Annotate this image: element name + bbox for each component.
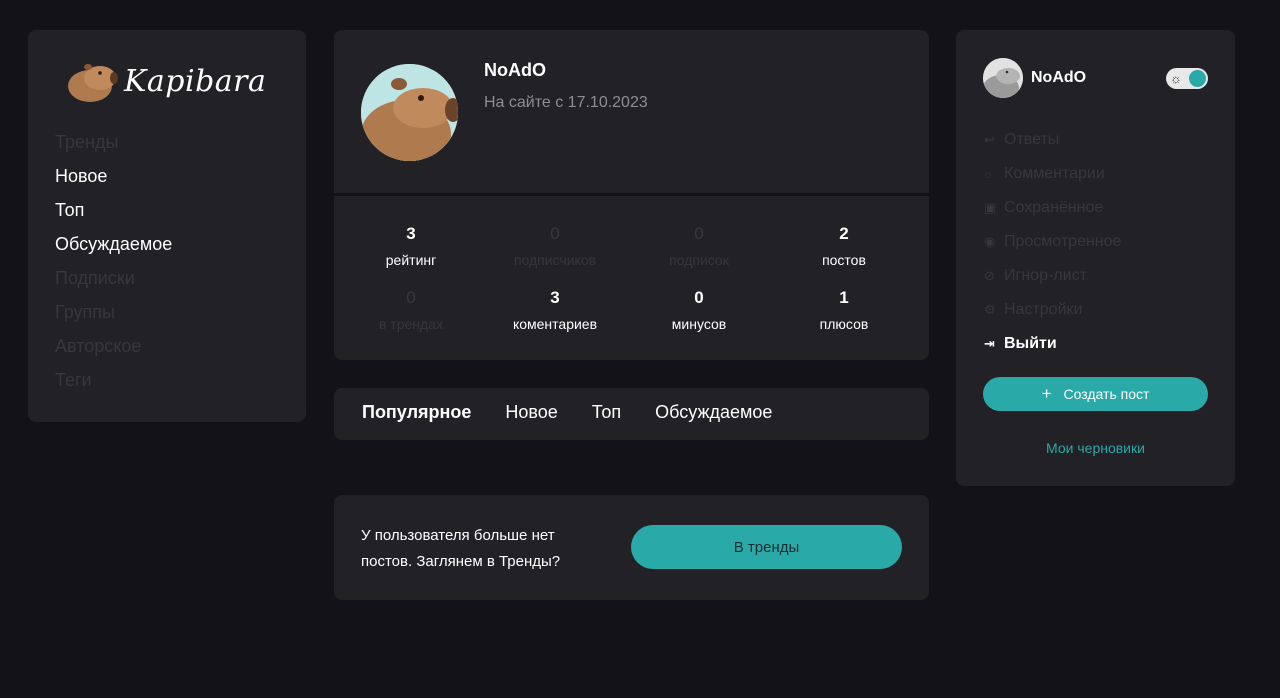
capybara-logo-icon bbox=[68, 64, 118, 102]
stat-value: 3 bbox=[550, 288, 560, 307]
user-menu: ↩ Ответы ○ Комментарии ▣ Сохранённое ◉ П… bbox=[984, 123, 1121, 361]
menu-label: Настройки bbox=[1004, 301, 1083, 318]
nav-item-top[interactable]: Топ bbox=[55, 196, 172, 230]
stat-minuses: 0 минусов bbox=[626, 288, 772, 332]
gear-icon: ⚙ bbox=[984, 302, 996, 317]
menu-label: Игнор-лист bbox=[1004, 267, 1087, 284]
notice-line: У пользователя больше нет bbox=[361, 527, 555, 544]
tab-top[interactable]: Топ bbox=[592, 402, 621, 423]
stat-value: 0 bbox=[406, 288, 416, 307]
theme-toggle[interactable]: ☼ bbox=[1166, 68, 1208, 89]
feed-tabs: Популярное Новое Топ Обсуждаемое bbox=[334, 388, 929, 440]
stat-pluses: 1 плюсов bbox=[771, 288, 917, 332]
logout-icon: ⇥ bbox=[984, 336, 995, 351]
stat-label: подписчиков bbox=[513, 252, 597, 268]
menu-item-settings[interactable]: ⚙ Настройки bbox=[984, 293, 1121, 327]
create-post-label: Создать пост bbox=[1063, 386, 1150, 402]
reply-icon: ↩ bbox=[984, 132, 995, 147]
stat-following[interactable]: 0 подписок bbox=[626, 224, 772, 268]
nav-item-new[interactable]: Новое bbox=[55, 162, 172, 196]
menu-item-saved[interactable]: ▣ Сохранённое bbox=[984, 191, 1121, 225]
user-name: NoAdO bbox=[1031, 69, 1087, 86]
stat-in-trends: 0 в трендах bbox=[338, 288, 484, 332]
toggle-knob bbox=[1189, 70, 1206, 87]
stat-followers[interactable]: 0 подписчиков bbox=[482, 224, 628, 268]
profile-username: NoAdO bbox=[484, 60, 546, 80]
stat-value: 0 bbox=[694, 288, 704, 307]
user-avatar bbox=[983, 58, 1023, 98]
stat-value: 2 bbox=[839, 224, 849, 243]
current-user[interactable]: NoAdO bbox=[983, 58, 1086, 98]
brand-logo[interactable]: Kapibara bbox=[66, 58, 266, 104]
block-icon: ⊘ bbox=[984, 268, 995, 283]
menu-item-logout[interactable]: ⇥ Выйти bbox=[984, 327, 1121, 361]
stat-comments[interactable]: 3 коментариев bbox=[482, 288, 628, 332]
stat-label: подписок bbox=[669, 252, 729, 268]
tab-popular[interactable]: Популярное bbox=[362, 402, 471, 423]
notice-line: постов. Заглянем в Тренды? bbox=[361, 553, 561, 570]
bookmark-icon: ▣ bbox=[984, 200, 997, 215]
profile-divider bbox=[334, 193, 929, 196]
comment-icon: ○ bbox=[984, 166, 992, 182]
tab-discussed[interactable]: Обсуждаемое bbox=[655, 402, 772, 423]
stat-value: 3 bbox=[406, 224, 416, 243]
stat-rating: 3 рейтинг bbox=[338, 224, 484, 268]
menu-item-replies[interactable]: ↩ Ответы bbox=[984, 123, 1121, 157]
my-drafts-link[interactable]: Мои черновики bbox=[956, 440, 1235, 456]
profile-header: NoAdO На сайте с 17.10.2023 bbox=[334, 30, 929, 193]
profile-avatar[interactable] bbox=[361, 64, 458, 161]
nav-item-groups[interactable]: Группы bbox=[55, 298, 172, 332]
brand-name: Kapibara bbox=[124, 63, 267, 99]
capybara-avatar-icon bbox=[983, 58, 1023, 98]
profile-joined-date: На сайте с 17.10.2023 bbox=[484, 94, 648, 111]
stat-label: плюсов bbox=[819, 316, 869, 332]
nav-item-authored[interactable]: Авторское bbox=[55, 332, 172, 366]
notice-text: У пользователя больше нет постов. Заглян… bbox=[361, 523, 611, 575]
sun-icon: ☼ bbox=[1170, 71, 1182, 86]
profile-card: NoAdO На сайте с 17.10.2023 3 рейтинг 0 … bbox=[334, 30, 929, 360]
menu-item-ignore-list[interactable]: ⊘ Игнор-лист bbox=[984, 259, 1121, 293]
nav-item-trends[interactable]: Тренды bbox=[55, 128, 172, 162]
nav-item-discussed[interactable]: Обсуждаемое bbox=[55, 230, 172, 264]
menu-label: Ответы bbox=[1004, 131, 1060, 148]
user-sidebar: NoAdO ☼ ↩ Ответы ○ Комментарии ▣ Сохранё… bbox=[956, 30, 1235, 486]
stat-value: 0 bbox=[550, 224, 560, 243]
stat-label: в трендах bbox=[379, 316, 443, 332]
stat-posts[interactable]: 2 постов bbox=[771, 224, 917, 268]
stat-label: рейтинг bbox=[385, 252, 437, 268]
no-more-posts-notice: У пользователя больше нет постов. Заглян… bbox=[334, 495, 929, 600]
stat-value: 0 bbox=[694, 224, 704, 243]
plus-icon: + bbox=[1041, 384, 1052, 403]
menu-label: Сохранённое bbox=[1004, 199, 1104, 216]
stat-value: 1 bbox=[839, 288, 849, 307]
go-to-trends-button[interactable]: В тренды bbox=[631, 525, 902, 569]
main-nav: Тренды Новое Топ Обсуждаемое Подписки Гр… bbox=[55, 128, 172, 400]
capybara-avatar-icon bbox=[361, 64, 458, 161]
menu-label: Просмотренное bbox=[1004, 233, 1122, 250]
stat-label: минусов bbox=[671, 316, 727, 332]
menu-label: Выйти bbox=[1004, 335, 1057, 352]
create-post-button[interactable]: + Создать пост bbox=[983, 377, 1208, 411]
nav-item-subscriptions[interactable]: Подписки bbox=[55, 264, 172, 298]
stat-label: коментариев bbox=[512, 316, 598, 332]
stat-label: постов bbox=[822, 252, 866, 268]
menu-item-comments[interactable]: ○ Комментарии bbox=[984, 157, 1121, 191]
menu-label: Комментарии bbox=[1004, 165, 1105, 182]
left-sidebar: Kapibara Тренды Новое Топ Обсуждаемое По… bbox=[28, 30, 306, 422]
nav-item-tags[interactable]: Теги bbox=[55, 366, 172, 400]
tab-new[interactable]: Новое bbox=[505, 402, 557, 423]
menu-item-viewed[interactable]: ◉ Просмотренное bbox=[984, 225, 1121, 259]
eye-icon: ◉ bbox=[984, 234, 996, 249]
